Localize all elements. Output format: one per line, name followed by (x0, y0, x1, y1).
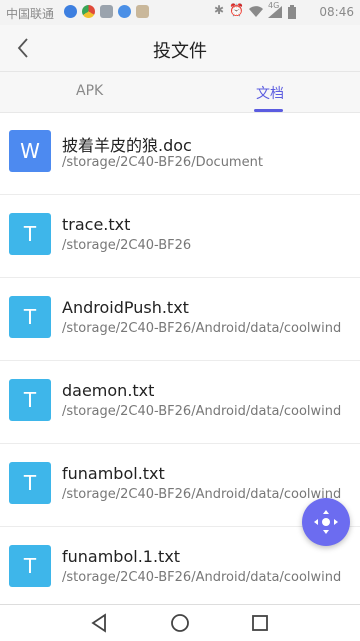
word-file-icon: W (9, 130, 51, 172)
bluetooth-icon: ✱ (214, 3, 225, 17)
signal-icon (268, 6, 282, 18)
text-file-icon: T (9, 379, 51, 421)
file-name: trace.txt (62, 215, 131, 234)
dpad-navigation-icon (314, 510, 338, 534)
file-name: AndroidPush.txt (62, 298, 189, 317)
message-icon (118, 5, 131, 18)
text-file-icon: T (9, 545, 51, 587)
home-circle-icon[interactable] (169, 612, 191, 634)
alarm-icon: ⏰ (229, 3, 244, 17)
recents-square-icon[interactable] (249, 612, 271, 634)
system-nav-bar (0, 604, 360, 641)
file-path: /storage/2C40-BF26 (62, 238, 192, 253)
clock: 08:46 (319, 5, 354, 19)
list-item[interactable]: W 披着羊皮的狼.doc /storage/2C40-BF26/Document (0, 112, 360, 195)
file-path: /storage/2C40-BF26/Android/data/coolwind (62, 321, 342, 336)
list-item[interactable]: T AndroidPush.txt /storage/2C40-BF26/And… (0, 278, 360, 361)
text-file-icon: T (9, 462, 51, 504)
chrome-icon (82, 5, 95, 18)
text-file-icon: T (9, 213, 51, 255)
file-name: 披着羊皮的狼.doc (62, 136, 192, 155)
tab-apk[interactable]: APK (76, 83, 103, 99)
floating-navigation-button[interactable] (302, 498, 350, 546)
list-item[interactable]: T daemon.txt /storage/2C40-BF26/Android/… (0, 361, 360, 444)
file-path: /storage/2C40-BF26/Document (62, 155, 263, 170)
file-path: /storage/2C40-BF26/Android/data/coolwind (62, 404, 342, 419)
app-header: 投文件 (0, 25, 360, 72)
image-icon (100, 5, 113, 18)
file-name: funambol.txt (62, 464, 165, 483)
avatar-icon (136, 5, 149, 18)
tab-bar: APK 文档 (0, 72, 360, 113)
list-item[interactable]: T trace.txt /storage/2C40-BF26 (0, 195, 360, 278)
file-name: funambol.1.txt (62, 547, 181, 566)
wifi-icon (249, 6, 263, 17)
notification-app-icon (64, 5, 77, 18)
back-triangle-icon[interactable] (89, 612, 111, 634)
battery-icon (288, 5, 296, 19)
file-name: daemon.txt (62, 381, 155, 400)
file-path: /storage/2C40-BF26/Android/data/coolwind (62, 570, 342, 585)
tab-documents[interactable]: 文档 (256, 83, 284, 103)
page-title: 投文件 (153, 41, 207, 62)
status-bar: 中国联通 ✱ ⏰ 4G 08:46 (0, 0, 360, 25)
carrier-name: 中国联通 (6, 7, 55, 21)
text-file-icon: T (9, 296, 51, 338)
